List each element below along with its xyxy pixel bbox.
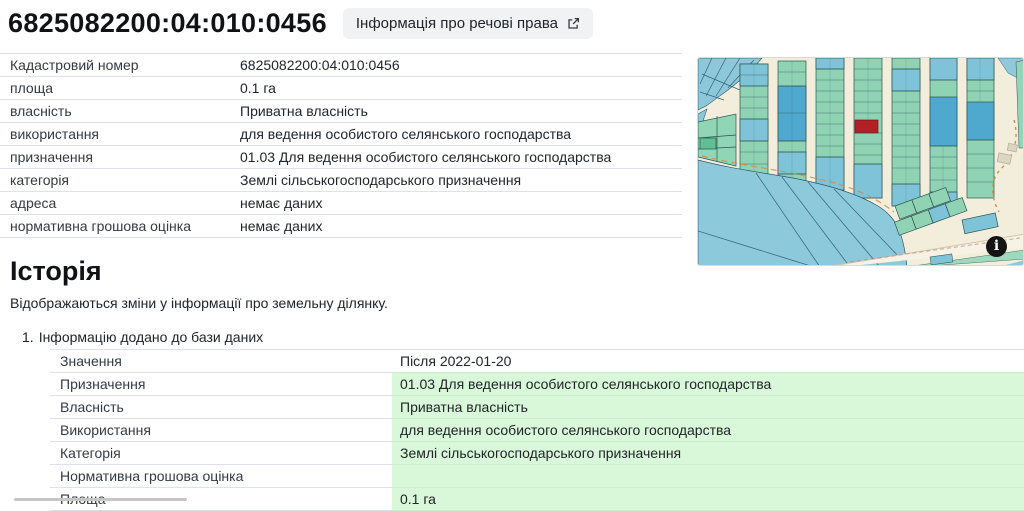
table-row: адреса немає даних — [0, 192, 682, 215]
info-value: Землі сільськогосподарського призначення — [230, 169, 682, 192]
property-rights-button[interactable]: Інформація про речові права — [343, 8, 593, 39]
table-row: категорія Землі сільськогосподарського п… — [0, 169, 682, 192]
history-label: Нормативна грошова оцінка — [50, 465, 392, 488]
info-label: призначення — [0, 146, 230, 169]
table-row: площа 0.1 га — [0, 77, 682, 100]
info-value: 6825082200:04:010:0456 — [230, 54, 682, 77]
info-label: нормативна грошова оцінка — [0, 215, 230, 238]
table-row: призначення 01.03 Для ведення особистого… — [0, 146, 682, 169]
history-description: Відображаються зміни у інформації про зе… — [10, 295, 1024, 311]
table-row: Нормативна грошова оцінка — [50, 465, 1024, 488]
table-row: Значення Після 2022-01-20 — [50, 350, 1024, 373]
info-label: Кадастровий номер — [0, 54, 230, 77]
info-value: немає даних — [230, 215, 682, 238]
info-label: використання — [0, 123, 230, 146]
info-value: 01.03 Для ведення особистого селянського… — [230, 146, 682, 169]
page-title: 6825082200:04:010:0456 — [8, 8, 327, 39]
property-rights-button-label: Інформація про речові права — [356, 15, 558, 32]
history-header-value: Після 2022-01-20 — [392, 350, 1024, 373]
history-value: Землі сільськогосподарського призначення — [392, 442, 1024, 465]
table-row: нормативна грошова оцінка немає даних — [0, 215, 682, 238]
history-label: Призначення — [50, 373, 392, 396]
history-label: Категорія — [50, 442, 392, 465]
table-row: використання для ведення особистого селя… — [0, 123, 682, 146]
history-label: Використання — [50, 419, 392, 442]
history-table: Значення Після 2022-01-20 Призначення 01… — [50, 349, 1024, 511]
table-row: власність Приватна власність — [0, 100, 682, 123]
info-label: площа — [0, 77, 230, 100]
history-entry-label: Інформацію додано до бази даних — [39, 329, 263, 345]
map-info-icon[interactable]: i — [986, 236, 1007, 257]
table-row: Власність Приватна власність — [50, 396, 1024, 419]
table-row: Кадастровий номер 6825082200:04:010:0456 — [0, 54, 682, 77]
external-link-icon — [567, 17, 580, 30]
table-row: Категорія Землі сільськогосподарського п… — [50, 442, 1024, 465]
info-label: адреса — [0, 192, 230, 215]
history-entry: 1. Інформацію додано до бази даних Значен… — [0, 329, 1024, 511]
history-value: для ведення особистого селянського госпо… — [392, 419, 1024, 442]
history-label: Власність — [50, 396, 392, 419]
history-entry-number: 1. — [22, 329, 34, 345]
history-value: 0.1 га — [392, 488, 1024, 511]
cadastral-map[interactable]: i — [697, 57, 1024, 266]
horizontal-scrollbar-thumb[interactable] — [14, 498, 187, 501]
table-row: Призначення 01.03 Для ведення особистого… — [50, 373, 1024, 396]
page-header: 6825082200:04:010:0456 Інформація про ре… — [0, 0, 1024, 39]
table-row: Використання для ведення особистого селя… — [50, 419, 1024, 442]
cadastral-map-canvas — [698, 58, 1024, 266]
parcel-info-table: Кадастровий номер 6825082200:04:010:0456… — [0, 53, 682, 238]
history-value: Приватна власність — [392, 396, 1024, 419]
history-value: 01.03 Для ведення особистого селянського… — [392, 373, 1024, 396]
info-value: для ведення особистого селянського госпо… — [230, 123, 682, 146]
history-value — [392, 465, 1024, 488]
info-label: категорія — [0, 169, 230, 192]
history-label: Значення — [50, 350, 392, 373]
info-value: Приватна власність — [230, 100, 682, 123]
table-row: Площа 0.1 га — [50, 488, 1024, 511]
info-value: 0.1 га — [230, 77, 682, 100]
info-label: власність — [0, 100, 230, 123]
info-value: немає даних — [230, 192, 682, 215]
